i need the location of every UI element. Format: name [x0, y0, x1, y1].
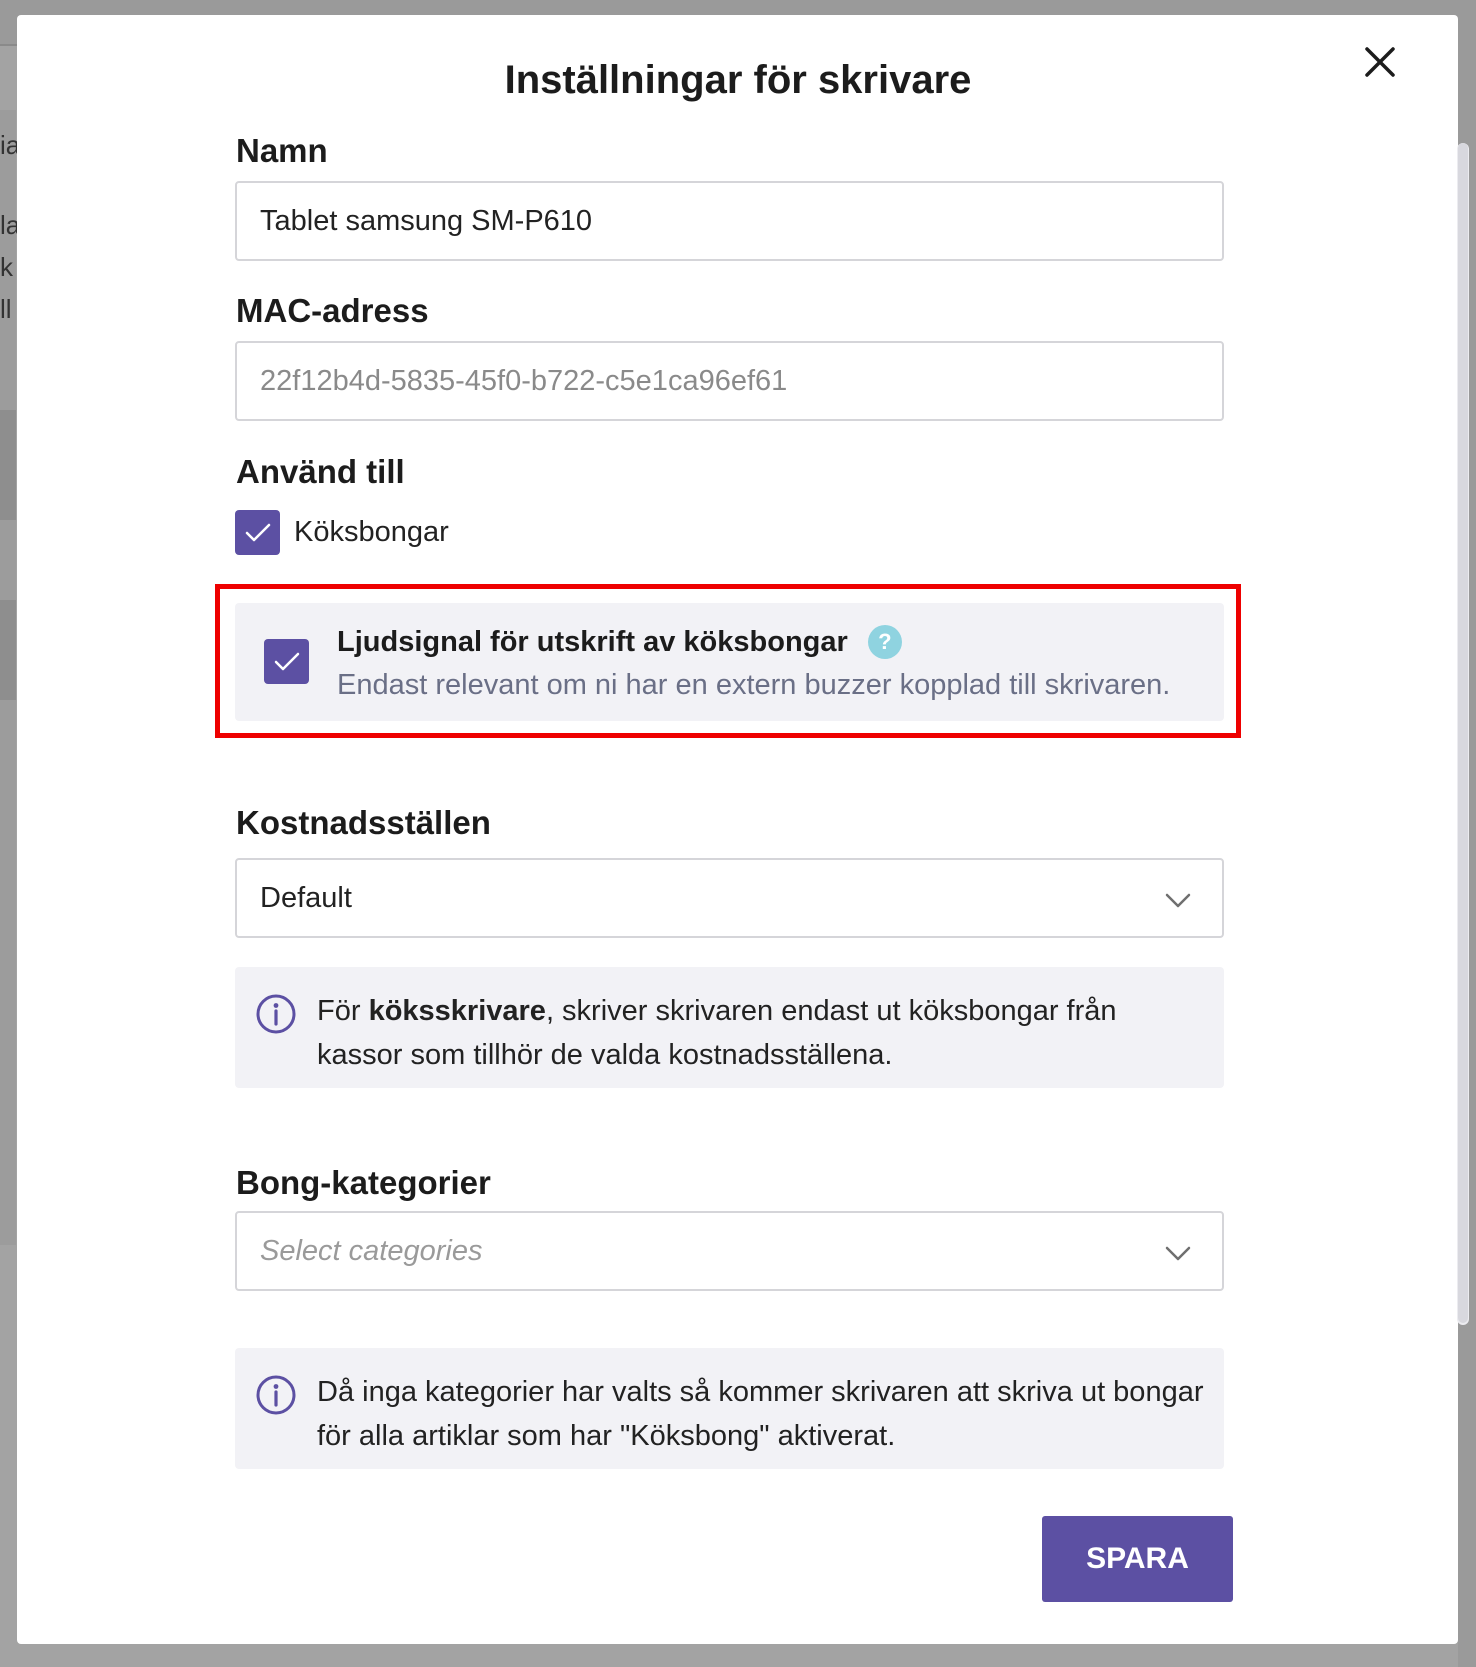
categories-placeholder: Select categories — [260, 1234, 483, 1267]
mac-input[interactable]: 22f12b4d-5835-45f0-b722-c5e1ca96ef61 — [235, 341, 1224, 421]
cost-centers-selected-value: Default — [260, 881, 352, 914]
name-label: Namn — [236, 132, 328, 169]
background-panel — [0, 600, 16, 700]
kitchen-receipts-label: Köksbongar — [294, 516, 449, 548]
background-text-fragment: k — [0, 252, 13, 282]
chevron-down-icon — [1165, 1246, 1191, 1261]
kitchen-receipts-option[interactable]: Köksbongar — [235, 510, 449, 555]
cost-centers-info-box: För köksskrivare, skriver skrivaren enda… — [235, 967, 1224, 1088]
name-input[interactable]: Tablet samsung SM-P610 — [235, 181, 1224, 261]
highlight-annotation-box — [215, 584, 1241, 738]
save-button[interactable]: SPARA — [1042, 1516, 1233, 1602]
cost-centers-label: Kostnadsställen — [236, 804, 491, 841]
scrollbar-thumb[interactable] — [1458, 143, 1468, 1323]
mac-input-value: 22f12b4d-5835-45f0-b722-c5e1ca96ef61 — [260, 364, 788, 397]
categories-select[interactable]: Select categories — [235, 1211, 1224, 1291]
cost-centers-info-prefix: För — [317, 995, 369, 1027]
info-icon — [256, 1375, 296, 1415]
cost-centers-select[interactable]: Default — [235, 858, 1224, 938]
cost-centers-info-bold: köksskrivare — [368, 995, 546, 1027]
use-for-label: Använd till — [236, 453, 405, 490]
kitchen-receipts-checkbox[interactable] — [235, 510, 280, 555]
name-input-value: Tablet samsung SM-P610 — [260, 204, 593, 237]
categories-info-text: Då inga kategorier har valts så kommer s… — [317, 1376, 1204, 1452]
checkmark-icon — [245, 523, 270, 541]
categories-label: Bong-kategorier — [236, 1164, 491, 1201]
chevron-down-icon — [1165, 893, 1191, 908]
background-panel — [0, 410, 16, 520]
mac-label: MAC-adress — [236, 292, 429, 329]
modal-title: Inställningar för skrivare — [504, 58, 972, 102]
cost-centers-info-text: För köksskrivare, skriver skrivaren enda… — [317, 995, 1117, 1071]
background-text-fragment: ll — [0, 294, 12, 324]
info-icon — [256, 994, 296, 1034]
categories-info-box: Då inga kategorier har valts så kommer s… — [235, 1348, 1224, 1469]
